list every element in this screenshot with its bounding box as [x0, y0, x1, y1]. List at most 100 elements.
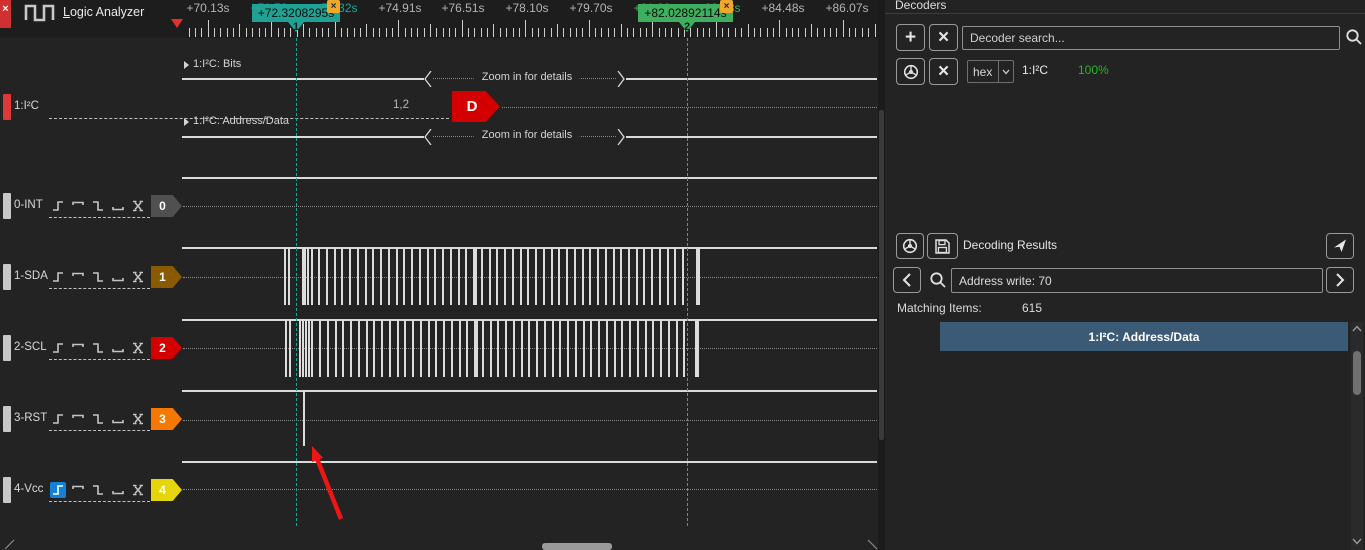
- decoder-color-swatch[interactable]: [3, 94, 11, 120]
- annotation-chevron-left-icon: [424, 129, 432, 145]
- trigger-low-icon[interactable]: [110, 269, 126, 285]
- cursor-flag-number: 2: [683, 21, 691, 33]
- trigger-high-icon[interactable]: [70, 198, 86, 214]
- signal-pulse: [482, 319, 484, 377]
- signal-pulse: [434, 247, 436, 305]
- decoder-row-label: 1:I²C: Address/Data: [193, 115, 289, 127]
- trigger-rise-icon[interactable]: [50, 198, 66, 214]
- trigger-edge-icon[interactable]: [130, 411, 146, 427]
- trigger-fall-icon[interactable]: [90, 482, 106, 498]
- trigger-high-icon[interactable]: [70, 482, 86, 498]
- trigger-edge-icon[interactable]: [130, 198, 146, 214]
- trace-high-line-1-sda: [182, 247, 877, 249]
- signal-pulse: [567, 319, 569, 377]
- scroll-down-icon[interactable]: [1352, 538, 1362, 545]
- results-scrollbar[interactable]: [1351, 322, 1363, 550]
- trigger-high-icon[interactable]: [70, 269, 86, 285]
- scroll-up-icon[interactable]: [1352, 325, 1362, 332]
- signal-pulse-wide: [473, 247, 477, 305]
- trigger-fall-icon[interactable]: [90, 411, 106, 427]
- trigger-edge-icon[interactable]: [130, 269, 146, 285]
- trigger-rise-icon[interactable]: [50, 411, 66, 427]
- signal-pulse: [404, 319, 406, 377]
- cursor-flag-close-icon[interactable]: ×: [327, 0, 340, 13]
- signal-pulse: [575, 319, 577, 377]
- ruler-time-label: +74.91s: [378, 1, 422, 15]
- signal-pulse: [559, 319, 561, 377]
- signal-pulse: [620, 247, 622, 305]
- channel-color-swatch-0-int[interactable]: [3, 193, 11, 219]
- channel-color-swatch-1-sda[interactable]: [3, 264, 11, 290]
- signal-pulse: [419, 247, 421, 305]
- signal-pulse: [505, 319, 507, 377]
- ruler-time-label: +86.07s: [825, 1, 869, 15]
- channel-badge-3[interactable]: 3: [151, 408, 182, 430]
- channel-badge-0[interactable]: 0: [151, 195, 182, 217]
- annotation-chevron-right-icon: [617, 129, 625, 145]
- trigger-fall-icon[interactable]: [90, 269, 106, 285]
- channel-name-4-vcc: 4-Vcc: [14, 483, 44, 495]
- signal-pulse: [326, 247, 328, 305]
- channel-color-swatch-4-vcc[interactable]: [3, 477, 11, 503]
- channel-badge-4[interactable]: 4: [151, 479, 182, 501]
- channel-underline: [49, 501, 150, 502]
- signal-pulse: [342, 319, 344, 377]
- decoder-annotation-line: [182, 136, 424, 138]
- decoder-underline: [49, 118, 449, 119]
- trigger-low-icon[interactable]: [110, 340, 126, 356]
- ruler-time-label: +76.51s: [441, 1, 485, 15]
- signal-pulse-wide: [474, 319, 478, 377]
- signal-pulse-wide: [696, 247, 700, 305]
- trigger-rise-icon[interactable]: [50, 340, 66, 356]
- channel-badge-2[interactable]: 2: [151, 337, 182, 359]
- signal-pulse: [659, 247, 661, 305]
- ruler-time-label: +79.70s: [569, 1, 613, 15]
- signal-pulse: [285, 319, 287, 377]
- signal-pulse: [318, 247, 320, 305]
- results-scrollbar-thumb[interactable]: [1353, 351, 1361, 395]
- signal-pulse: [443, 319, 445, 377]
- channel-color-swatch-2-scl[interactable]: [3, 335, 11, 361]
- signal-pulse: [535, 247, 537, 305]
- results-table: 3581ACK3582Data read: C43583NACK3584Stop…: [885, 0, 1365, 550]
- trace-center-line-3-rst: [183, 420, 877, 421]
- cursor-flag[interactable]: +82.02892114s: [638, 4, 733, 22]
- decoder-row-expander-icon[interactable]: [184, 61, 189, 69]
- signal-pulse: [513, 319, 515, 377]
- signal-pulse: [652, 319, 654, 377]
- cursor-line-1[interactable]: [296, 38, 297, 526]
- waveform-hscrollbar-thumb[interactable]: [542, 543, 612, 550]
- signal-pulse: [305, 319, 307, 377]
- channel-badge-1[interactable]: 1: [151, 266, 182, 288]
- decoder-row-expander-icon[interactable]: [184, 118, 189, 126]
- cursor-flag-close-icon[interactable]: ×: [720, 0, 733, 13]
- trigger-fall-icon[interactable]: [90, 198, 106, 214]
- trigger-high-icon[interactable]: [70, 411, 86, 427]
- trace-center-line-4-vcc: [183, 489, 877, 490]
- signal-pulse: [504, 247, 506, 305]
- signal-pulse: [288, 247, 290, 305]
- trigger-fall-icon[interactable]: [90, 340, 106, 356]
- signal-pulse: [590, 319, 592, 377]
- cursor-line-2[interactable]: [687, 38, 688, 526]
- trigger-edge-icon[interactable]: [130, 340, 146, 356]
- waveform-vscrollbar-thumb[interactable]: [879, 110, 884, 440]
- signal-pulse: [319, 319, 321, 377]
- waveform-vscrollbar[interactable]: [878, 0, 885, 550]
- channel-label-panel: 1:I²C 1,2 D 0-INT 0 1-SDA 1 2-SCL 2 3-RST 3 4-Vcc 4: [0, 38, 877, 550]
- trigger-edge-icon[interactable]: [130, 482, 146, 498]
- trigger-low-icon[interactable]: [110, 411, 126, 427]
- signal-pulse: [552, 319, 554, 377]
- trigger-high-icon[interactable]: [70, 340, 86, 356]
- trigger-low-icon[interactable]: [110, 198, 126, 214]
- trigger-low-icon[interactable]: [110, 482, 126, 498]
- channel-color-swatch-3-rst[interactable]: [3, 406, 11, 432]
- decoder-row-label: 1:I²C: Bits: [193, 58, 242, 70]
- trigger-rise-icon[interactable]: [50, 482, 66, 498]
- trace-center-line-2-scl: [183, 348, 877, 349]
- trigger-rise-icon[interactable]: [50, 269, 66, 285]
- signal-pulse: [373, 319, 375, 377]
- signal-pulse: [574, 247, 576, 305]
- signal-pulse: [307, 247, 309, 305]
- channel-name-2-scl: 2-SCL: [14, 341, 47, 353]
